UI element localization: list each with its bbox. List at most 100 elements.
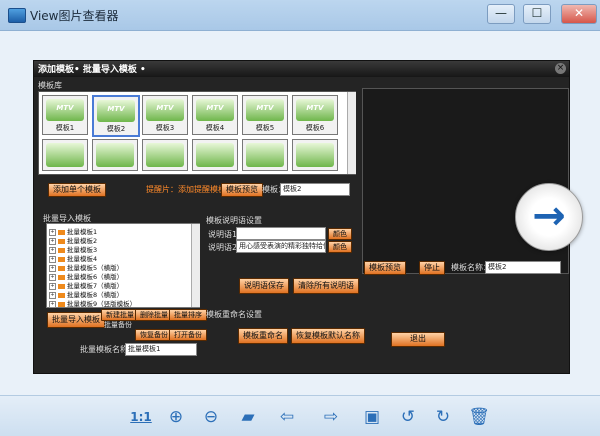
batch-backup-label: 批量备份	[104, 321, 132, 329]
rename-button: 模板重命名	[238, 328, 288, 344]
template-preview-art	[296, 143, 334, 167]
subtitle1-field	[236, 227, 326, 240]
folder-icon	[58, 265, 65, 271]
image-dialog-titlebar: 添加模板• 批量导入模板 • ×	[34, 61, 569, 77]
template-preview-art: MTV	[46, 99, 84, 121]
viewed-image: 添加模板• 批量导入模板 • × 模板库 MTV 模板1 MTV 模板2 MTV 模板3 M…	[33, 60, 570, 374]
template-thumbnail	[242, 139, 288, 171]
folder-icon	[58, 256, 65, 262]
folder-icon	[58, 238, 65, 244]
template-preview-art	[46, 143, 84, 167]
template-name: 模板5	[255, 124, 275, 132]
open-backup-button: 打开备份	[169, 329, 207, 341]
color-button-1: 颜色	[328, 228, 352, 240]
stop-button: 停止	[419, 261, 445, 275]
tree-item: + 批量模板9（竖版模板）	[49, 298, 137, 308]
template-thumbnail: MTV 模板6	[292, 95, 338, 135]
image-dialog-title: 添加模板• 批量导入模板 •	[38, 65, 146, 75]
save-icon[interactable]: ▣	[361, 406, 383, 428]
template-name: 模板6	[305, 124, 325, 132]
template-preview-art	[246, 143, 284, 167]
template-preview-art	[196, 143, 234, 167]
template-thumbnail	[42, 139, 88, 171]
template-preview-art: MTV	[296, 99, 334, 121]
folder-icon	[58, 301, 65, 307]
image-dialog-close-icon: ×	[555, 63, 566, 74]
next-image-arrow-icon[interactable]: →	[515, 183, 583, 251]
actual-size-button[interactable]: 1:1	[130, 406, 152, 428]
batch-name-field: 批量模板1	[125, 343, 197, 356]
minimize-button[interactable]: —	[487, 4, 515, 24]
save-subtitle-button: 说明语保存	[239, 278, 289, 294]
subtitle-settings-label: 模板说明语设置	[206, 216, 262, 225]
folder-icon	[58, 292, 65, 298]
template-mtv-text: MTV	[156, 104, 174, 112]
tree-item: + 批量模板6（横版）	[49, 271, 123, 281]
previous-image-icon[interactable]: ⇦	[276, 406, 298, 428]
folder-icon	[58, 283, 65, 289]
next-image-icon[interactable]: ⇨	[320, 406, 342, 428]
template-thumbnail	[292, 139, 338, 171]
template-preview-art: MTV	[146, 99, 184, 121]
color-button-2: 颜色	[328, 241, 352, 253]
rotate-right-icon[interactable]: ↻	[432, 406, 454, 428]
clear-subtitle-button: 清除所有说明语	[293, 278, 359, 294]
template-thumbnail	[92, 139, 138, 171]
template-preview-art	[146, 143, 184, 167]
add-single-template-button: 添加单个模板	[48, 183, 106, 197]
template-mtv-text: MTV	[256, 104, 274, 112]
zoom-in-icon[interactable]: ⊕	[165, 406, 187, 428]
batch-template-tree: + 批量模板1 + 批量模板2 + 批量模板3 + 批量模板4 + 批量模板5（横版） + 批量模板6…	[46, 223, 200, 308]
template-library-scrollbar	[347, 92, 356, 174]
open-folder-icon[interactable]: ▰	[237, 406, 259, 428]
tree-item-label: 批量模板9（竖版模板）	[67, 300, 137, 308]
tree-item: + 批量模板1	[49, 226, 97, 236]
template-mtv-text: MTV	[306, 104, 324, 112]
template-preview-art: MTV	[246, 99, 284, 121]
title-bar: View图片查看器 — ☐ ✕	[0, 0, 600, 31]
template-name: 模板3	[155, 124, 175, 132]
template-preview-button: 模板预览	[221, 183, 263, 197]
maximize-button[interactable]: ☐	[523, 4, 551, 24]
template-mtv-text: MTV	[206, 104, 224, 112]
tree-item: + 批量模板4	[49, 253, 97, 263]
template-thumbnail	[192, 139, 238, 171]
tree-item: + 批量模板3	[49, 244, 97, 254]
tree-item: + 批量模板8（横版）	[49, 289, 123, 299]
template-name: 模板4	[205, 124, 225, 132]
template-preview-art: MTV	[97, 100, 135, 122]
template-field: 模板2	[280, 183, 350, 196]
delete-icon[interactable]: 🗑	[468, 406, 490, 428]
template-thumbnail: MTV 模板5	[242, 95, 288, 135]
template-name: 模板1	[55, 124, 75, 132]
template-library-label: 模板库	[38, 81, 62, 90]
restore-backup-button: 恢复备份	[135, 329, 173, 341]
zoom-out-icon[interactable]: ⊖	[200, 406, 222, 428]
tree-item: + 批量模板2	[49, 235, 97, 245]
template-mtv-text: MTV	[56, 104, 74, 112]
preview-panel-button: 模板预览	[364, 261, 406, 275]
delete-batch-button: 删除批量	[135, 309, 173, 321]
template-thumbnail	[142, 139, 188, 171]
folder-icon	[58, 274, 65, 280]
template-preview-art	[96, 143, 134, 167]
template-mtv-text: MTV	[107, 105, 125, 113]
close-button[interactable]: ✕	[561, 4, 597, 24]
template-name-field: 模板2	[485, 261, 561, 274]
subtitle2-field: 用心感受表演的精彩独特给你	[236, 240, 326, 253]
rotate-left-icon[interactable]: ↺	[397, 406, 419, 428]
rename-settings-label: 模板重命名设置	[206, 310, 262, 319]
template-thumbnail: MTV 模板4	[192, 95, 238, 135]
batch-import-button: 批量导入模板	[47, 312, 105, 328]
expand-icon: +	[49, 300, 56, 308]
batch-sort-button: 批量排序	[169, 309, 207, 321]
template-name: 模板2	[106, 125, 126, 133]
template-thumbnail: MTV 模板1	[42, 95, 88, 135]
folder-icon	[58, 247, 65, 253]
folder-icon	[58, 229, 65, 235]
restore-name-button: 恢复模板默认名称	[291, 328, 365, 344]
app-icon	[8, 8, 26, 23]
bottom-toolbar: 1:1 ⊕ ⊖ ▰ ⇦ ⇨ ▣ ↺ ↻ 🗑	[0, 395, 600, 436]
template-thumbnail: MTV 模板3	[142, 95, 188, 135]
template-preview-art: MTV	[196, 99, 234, 121]
